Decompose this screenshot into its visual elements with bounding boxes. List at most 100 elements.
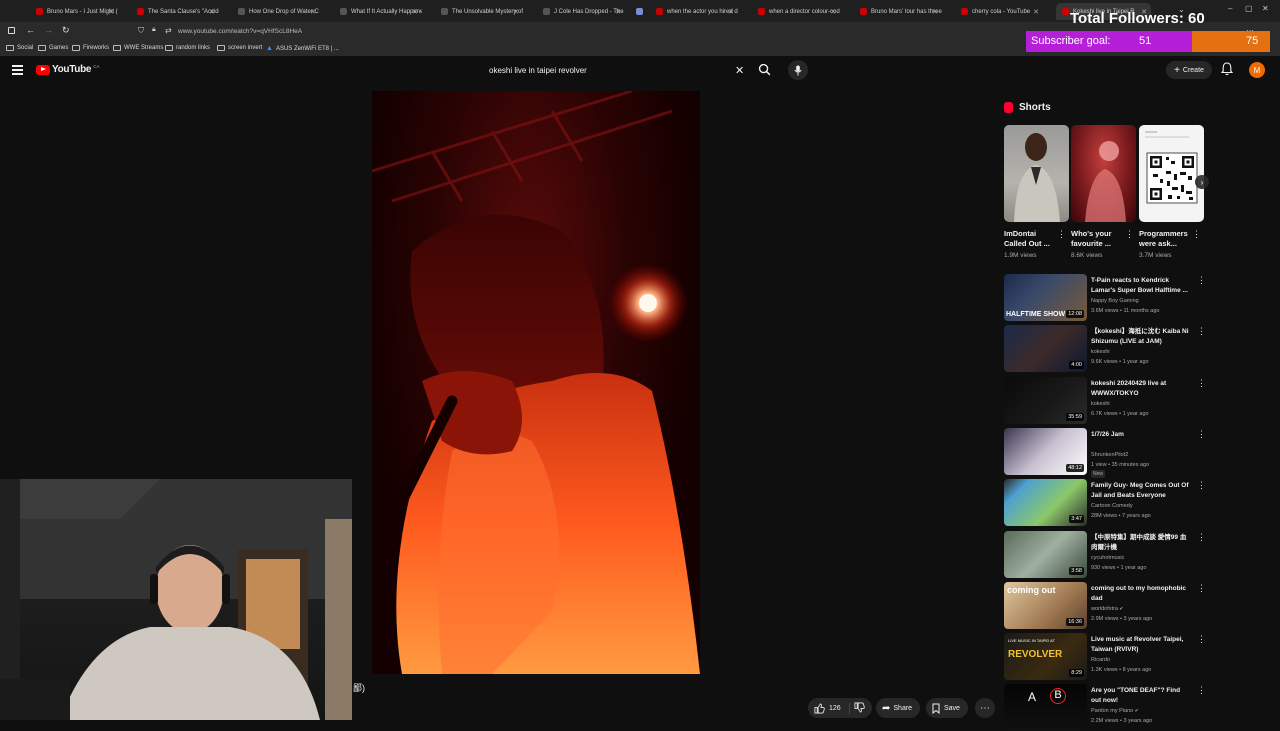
tab-close-icon[interactable]: ✕ bbox=[1033, 8, 1039, 16]
search-input[interactable]: okeshi live in taipei revolver bbox=[480, 60, 750, 82]
bookmark-random-links[interactable]: random links bbox=[165, 45, 210, 51]
bookmark-wwe-streams[interactable]: WWE Streams bbox=[113, 45, 163, 51]
short-title-2[interactable]: Who's your favourite ... bbox=[1071, 229, 1126, 249]
short-thumbnail-2[interactable] bbox=[1071, 125, 1136, 222]
clear-search-icon[interactable]: ✕ bbox=[735, 64, 744, 77]
video-channel[interactable]: Pardon my Piano ✔ bbox=[1091, 706, 1191, 716]
tab-close-icon[interactable]: ✕ bbox=[830, 8, 836, 16]
browser-tab[interactable]: J Cole Has Dropped - The F ✕ bbox=[537, 3, 625, 20]
save-label: Save bbox=[944, 704, 960, 712]
video-thumbnail[interactable]: 4:00 bbox=[1004, 325, 1087, 372]
video-more-icon[interactable]: ⋮ bbox=[1197, 379, 1206, 388]
video-channel[interactable]: kokeshi bbox=[1091, 347, 1191, 357]
browser-tab[interactable]: when the actor you hired d ✕ bbox=[650, 3, 738, 20]
video-title[interactable]: coming out to my homophobic dad bbox=[1091, 584, 1191, 604]
youtube-logo[interactable]: YouTube CA bbox=[36, 64, 99, 75]
tab-close-icon[interactable]: ✕ bbox=[310, 8, 316, 16]
video-title[interactable]: Are you "TONE DEAF"? Find out now! bbox=[1091, 686, 1191, 706]
video-channel[interactable]: ShrunkenPilot2 bbox=[1091, 450, 1191, 460]
tab-close-icon[interactable]: ✕ bbox=[615, 8, 621, 16]
voice-search-icon[interactable] bbox=[788, 60, 808, 80]
share-button[interactable]: ➦ Share bbox=[876, 698, 920, 718]
browser-tab[interactable]: How One Drop of Water C ✕ bbox=[232, 3, 320, 20]
tab-close-icon[interactable]: ✕ bbox=[209, 8, 215, 16]
browser-tab[interactable]: Bruno Mars' tour has three ✕ bbox=[854, 3, 942, 20]
close-window-icon[interactable]: ✕ bbox=[1262, 4, 1269, 13]
tab-close-icon[interactable]: ✕ bbox=[932, 8, 938, 16]
video-thumbnail[interactable]: AB bbox=[1004, 684, 1087, 731]
browser-tab[interactable]: cherry cola - YouTube ✕ bbox=[955, 3, 1043, 20]
browser-tab[interactable]: What If It Actually Happene ✕ bbox=[334, 3, 422, 20]
video-title[interactable]: 1/7/26 Jam bbox=[1091, 430, 1191, 440]
video-title[interactable]: Live music at Revolver Taipei, Taiwan (R… bbox=[1091, 635, 1191, 655]
video-more-icon[interactable]: ⋮ bbox=[1197, 481, 1206, 490]
search-icon[interactable] bbox=[758, 63, 771, 81]
bookmark-screen-invert[interactable]: screen invert bbox=[217, 45, 262, 51]
short-title-1[interactable]: ImDontai Called Out ... bbox=[1004, 229, 1059, 249]
video-more-icon[interactable]: ⋮ bbox=[1197, 635, 1206, 644]
browser-tab[interactable]: when a director colour-cod ✕ bbox=[752, 3, 840, 20]
video-more-icon[interactable]: ⋮ bbox=[1197, 276, 1206, 285]
short-2-more-icon[interactable]: ⋮ bbox=[1125, 230, 1134, 239]
short-title-3[interactable]: Programmers were ask... bbox=[1139, 229, 1194, 249]
video-thumbnail[interactable]: 3:58 bbox=[1004, 531, 1087, 578]
address-bar[interactable]: www.youtube.com/watch?v=qVHfScL8HeA bbox=[178, 28, 302, 35]
reload-icon[interactable]: ↻ bbox=[62, 25, 70, 36]
tab-close-icon[interactable]: ✕ bbox=[513, 8, 519, 16]
video-title[interactable]: 【中原特集】期中成談 愛情99 血肉爾汁機 bbox=[1091, 533, 1191, 553]
video-thumbnail[interactable]: LIVE MUSIC IN TAIPEI AT REVOLVER 8:29 bbox=[1004, 633, 1087, 680]
video-thumbnail[interactable]: 3:47 bbox=[1004, 479, 1087, 526]
back-icon[interactable]: ← bbox=[26, 25, 35, 35]
short-thumbnail-1[interactable] bbox=[1004, 125, 1069, 222]
browser-tab[interactable]: Bruno Mars - I Just Might (✕ bbox=[30, 3, 118, 20]
tab-close-icon[interactable]: ✕ bbox=[728, 8, 734, 16]
permissions-icon[interactable]: ⇄ bbox=[165, 26, 172, 35]
video-channel[interactable]: kokeshi bbox=[1091, 399, 1191, 409]
video-channel[interactable]: Nappy Boy Gaming bbox=[1091, 296, 1191, 306]
video-title[interactable]: 【kokeshi】海抵に沈む Kaiba Ni Shizumu (LIVE at… bbox=[1091, 327, 1191, 347]
shorts-next-button[interactable]: › bbox=[1195, 175, 1209, 189]
bookmark-games[interactable]: Games bbox=[38, 45, 68, 51]
video-player[interactable] bbox=[372, 91, 700, 674]
video-channel[interactable]: Cartoon Comedy bbox=[1091, 501, 1191, 511]
video-more-icon[interactable]: ⋮ bbox=[1197, 686, 1206, 695]
video-channel[interactable]: cycuhotmusic bbox=[1091, 553, 1191, 563]
tab-close-icon[interactable]: ✕ bbox=[108, 8, 114, 16]
video-more-icon[interactable]: ⋮ bbox=[1197, 327, 1206, 336]
notifications-bell-icon[interactable] bbox=[1220, 62, 1234, 81]
video-title[interactable]: Family Guy- Meg Comes Out Of Jail and Be… bbox=[1091, 481, 1191, 501]
video-thumbnail[interactable]: HALFTIME SHOW 12:08 bbox=[1004, 274, 1087, 321]
save-button[interactable]: Save bbox=[926, 698, 968, 718]
video-more-icon[interactable]: ⋮ bbox=[1197, 584, 1206, 593]
bookmark-fireworks[interactable]: Fireworks bbox=[72, 45, 109, 51]
more-actions-button[interactable]: ⋯ bbox=[975, 698, 995, 718]
tab-close-icon[interactable]: ✕ bbox=[412, 8, 418, 16]
video-thumbnail[interactable]: 48:12 bbox=[1004, 428, 1087, 475]
forward-icon[interactable]: → bbox=[44, 25, 53, 35]
video-thumbnail[interactable]: 35:59 bbox=[1004, 377, 1087, 424]
video-more-icon[interactable]: ⋮ bbox=[1197, 533, 1206, 542]
bookmark-asus[interactable]: ▲ ASUS ZenWiFi ET8 | ... bbox=[266, 45, 339, 52]
sidebar-toggle-icon[interactable] bbox=[8, 27, 15, 34]
browser-tab[interactable]: The Unsolvable Mystery of ✕ bbox=[435, 3, 523, 20]
video-channel[interactable]: worldofxtra ✔ bbox=[1091, 604, 1191, 614]
dislike-button[interactable] bbox=[850, 702, 865, 715]
video-title[interactable]: kokeshi 20240429 live at WWWX/TOKYO bbox=[1091, 379, 1191, 399]
maximize-icon[interactable]: ▢ bbox=[1245, 4, 1253, 13]
short-3-more-icon[interactable]: ⋮ bbox=[1192, 230, 1201, 239]
video-thumbnail[interactable]: coming out 16:36 bbox=[1004, 582, 1087, 629]
avatar[interactable]: M bbox=[1249, 62, 1265, 78]
browser-tab[interactable] bbox=[630, 3, 644, 20]
guide-menu-icon[interactable] bbox=[12, 65, 23, 75]
bookmark-social[interactable]: Social bbox=[6, 45, 33, 51]
minimize-icon[interactable]: – bbox=[1228, 4, 1232, 13]
like-button[interactable]: 126 bbox=[808, 702, 850, 714]
video-channel[interactable]: Ricardo bbox=[1091, 655, 1191, 665]
video-title[interactable]: T-Pain reacts to Kendrick Lamar's Super … bbox=[1091, 276, 1191, 296]
browser-tab[interactable]: The Santa Clause's "Accide ✕ bbox=[131, 3, 219, 20]
create-button[interactable]: + Create bbox=[1166, 61, 1212, 79]
short-1-more-icon[interactable]: ⋮ bbox=[1057, 230, 1066, 239]
video-more-icon[interactable]: ⋮ bbox=[1197, 430, 1206, 439]
tracking-shield-icon[interactable]: ⛉ bbox=[138, 26, 144, 36]
short-thumbnail-3[interactable] bbox=[1139, 125, 1204, 222]
